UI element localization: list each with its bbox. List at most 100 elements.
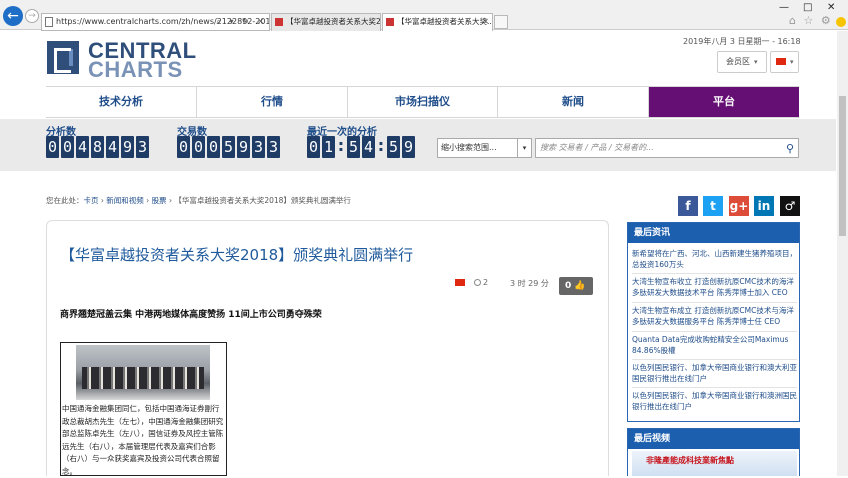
analysis-counter: 0 0 4 8 4 9 3 — [46, 136, 149, 158]
feedback-smiley-icon[interactable] — [836, 17, 846, 27]
breadcrumb-home[interactable]: 卡页 — [84, 196, 99, 205]
views-count: 2 — [483, 278, 489, 287]
china-flag-icon — [455, 279, 465, 286]
favicon-icon — [275, 18, 283, 26]
news-item[interactable]: 大湾生物宣布收立 打造创新抗原CMC技术的海洋多肽研发大数据技术平台 陈秀萍博士… — [632, 277, 797, 298]
tab-label: 【华富卓越投资者关系大奖... — [397, 17, 493, 26]
nav-markets[interactable]: 行情 — [197, 87, 348, 117]
article-subtitle: 商界翘楚冠盖云集 中港两地媒体高度赞扬 11间上市公司勇夺殊荣 — [60, 310, 322, 320]
maximize-icon[interactable]: □ — [803, 2, 812, 13]
article-date: 3 时 29 分 — [510, 279, 549, 288]
breadcrumb-sep: › — [143, 196, 152, 205]
video-caption[interactable]: 非隆產能成科技業新焦點 — [646, 455, 734, 466]
member-area-label: 会员区 — [726, 57, 750, 66]
counter-digit: 3 — [252, 136, 265, 158]
thumbs-up-icon: 👍 — [574, 281, 586, 291]
news-divider — [632, 359, 797, 360]
language-select[interactable]: ▾ — [770, 51, 799, 73]
counter-digit: 3 — [136, 136, 149, 158]
clock-digit: 5 — [387, 136, 400, 158]
breadcrumb-stocks[interactable]: 股票 — [152, 196, 167, 205]
other-share-icon[interactable]: ♂ — [780, 196, 800, 216]
photo-caption: 中国通海金融集团同仁，包括中国通海证券副行政总裁胡杰先生（左七），中国通海金融集… — [62, 404, 224, 476]
search-scope-label: 缩小搜索范围... — [441, 143, 497, 152]
page-icon — [45, 17, 53, 27]
counter-digit: 4 — [76, 136, 89, 158]
browser-toolbar-icons[interactable]: ⌂ ☆ ⚙ — [789, 14, 833, 27]
forward-arrow-icon[interactable]: → — [25, 9, 39, 23]
breadcrumb-news[interactable]: 新闻和视频 — [106, 196, 144, 205]
breadcrumb-current: 【华富卓越投资者关系大奖2018】颁奖典礼圆满举行 — [174, 196, 351, 205]
current-date: 2019年八月 3 日星期一 - 16:18 — [683, 37, 801, 46]
china-flag-icon — [776, 58, 786, 65]
news-divider — [632, 331, 797, 332]
news-item[interactable]: 以色列国民银行、加拿大帝国商业银行和澳洲国民银行推出在线门户 — [632, 391, 797, 412]
nav-platform[interactable]: 平台 — [649, 87, 799, 117]
counter-digit: 4 — [106, 136, 119, 158]
breadcrumb-prefix: 您在此处： — [46, 196, 84, 205]
new-tab-button[interactable] — [494, 15, 508, 29]
news-divider — [632, 387, 797, 388]
linkedin-icon[interactable]: in — [754, 196, 774, 216]
article-flag — [455, 278, 465, 287]
counter-digit: 3 — [267, 136, 280, 158]
nav-news[interactable]: 新闻 — [498, 87, 649, 117]
address-bar[interactable]: https://www.centralcharts.com/zh/news/21… — [41, 13, 270, 31]
back-arrow-icon[interactable]: ← — [3, 6, 23, 26]
breadcrumb: 您在此处：卡页 › 新闻和视频 › 股票 › 【华富卓越投资者关系大奖2018】… — [46, 195, 351, 206]
facebook-icon[interactable]: f — [678, 196, 698, 216]
main-nav: 技术分析 行情 市场扫描仪 新闻 平台 — [46, 86, 799, 118]
news-divider — [632, 302, 797, 303]
counter-digit: 0 — [46, 136, 59, 158]
clock-colon: : — [337, 136, 345, 155]
latest-news-title: 最后资讯 — [628, 223, 799, 243]
counter-digit: 9 — [121, 136, 134, 158]
member-area-select[interactable]: 会员区 ▾ — [717, 51, 767, 73]
search-icon[interactable]: ⚲ — [786, 140, 794, 158]
browser-tab-2[interactable]: 【华富卓越投资者关系大奖... ✕ — [382, 13, 493, 31]
logo-text-charts[interactable]: CHARTS — [88, 57, 183, 83]
scrollbar-thumb[interactable] — [839, 96, 846, 236]
nav-market-scanner[interactable]: 市场扫描仪 — [348, 87, 498, 117]
clock-digit: 0 — [307, 136, 320, 158]
clock-digit: 5 — [347, 136, 360, 158]
article-photo[interactable] — [76, 345, 210, 400]
chevron-down-icon: ▾ — [790, 58, 794, 66]
close-window-icon[interactable]: ✕ — [827, 2, 835, 13]
search-placeholder: 搜索 交易者 / 产品 / 交易者的... — [540, 143, 654, 152]
counter-digit: 0 — [192, 136, 205, 158]
article-title: 【华富卓越投资者关系大奖2018】颁奖典礼圆满举行 — [60, 246, 414, 264]
trades-counter: 0 0 0 5 9 3 3 — [177, 136, 280, 158]
googleplus-icon[interactable]: g+ — [729, 196, 749, 216]
logo-mark[interactable] — [47, 41, 79, 74]
news-item[interactable]: 新希望将在广西、河北、山西新建生猪养殖项目，总投资160万头 — [632, 249, 797, 270]
latest-video-title: 最后视频 — [628, 429, 799, 449]
like-button[interactable]: 0 👍 — [559, 277, 593, 295]
counter-digit: 5 — [222, 136, 235, 158]
news-item[interactable]: 以色列国民银行、加拿大帝国商业银行和澳大利亚国民银行推出在线门户 — [632, 363, 797, 384]
article-views: 2 — [474, 278, 488, 287]
news-item[interactable]: 大湾生物宣布成立 打造创新抗原CMC技术与海洋多肽研发大数据服务平台 陈秀萍博士… — [632, 306, 797, 327]
search-scope-select[interactable]: 缩小搜索范围... ▾ — [437, 138, 532, 158]
clock-digit: 4 — [362, 136, 375, 158]
counter-digit: 0 — [177, 136, 190, 158]
clock-digit: 1 — [322, 136, 335, 158]
chevron-down-icon[interactable]: ▾ — [517, 139, 531, 157]
favicon-icon — [386, 18, 394, 26]
like-count: 0 — [565, 281, 572, 291]
chevron-down-icon: ▾ — [754, 58, 758, 66]
minimize-icon[interactable]: — — [779, 2, 789, 13]
address-tools-icons[interactable]: ⌕ ▾ ↻ ✕ — [216, 14, 267, 30]
search-input[interactable]: 搜索 交易者 / 产品 / 交易者的... ⚲ — [535, 138, 799, 158]
nav-technical-analysis[interactable]: 技术分析 — [46, 87, 197, 117]
eye-icon — [474, 279, 481, 286]
tab-label: 【华富卓越投资者关系大奖2018】 — [286, 17, 381, 26]
clock-colon: : — [377, 136, 385, 155]
news-divider — [632, 273, 797, 274]
twitter-icon[interactable]: t — [703, 196, 723, 216]
close-tab-icon[interactable]: ✕ — [482, 14, 489, 30]
counter-digit: 0 — [61, 136, 74, 158]
clock-digit: 9 — [402, 136, 415, 158]
news-item[interactable]: Quanta Data完成收购蛇精安全公司Maximus 84.86%股權 — [632, 335, 797, 356]
browser-tab-1[interactable]: 【华富卓越投资者关系大奖2018】 — [271, 13, 381, 31]
